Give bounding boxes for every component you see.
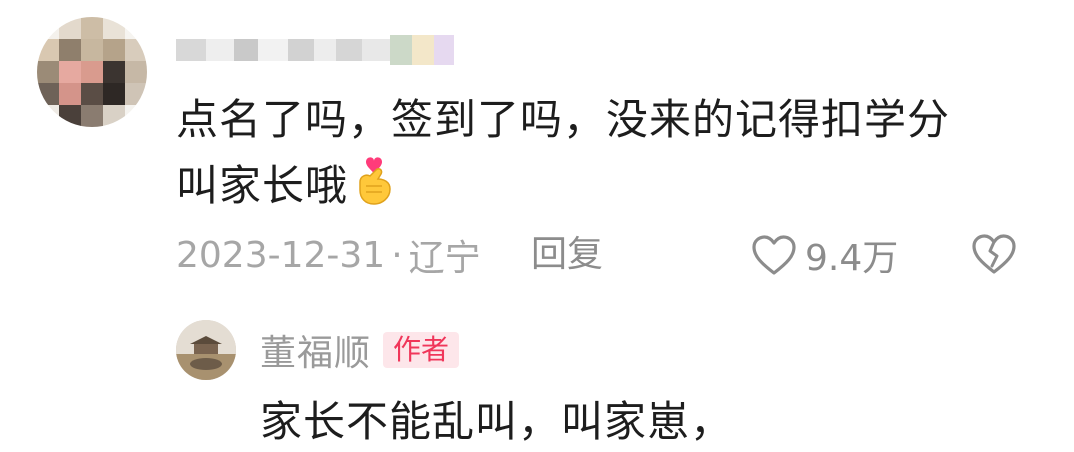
- comment-line-2: 叫家长哦: [176, 152, 1036, 224]
- comment-location: 辽宁: [408, 238, 481, 279]
- like-count: 9.4万: [805, 238, 899, 279]
- broken-heart-icon[interactable]: [971, 233, 1017, 284]
- comment-meta-row: 2023-12-31 · 辽宁 回复 9.4万: [176, 230, 1036, 280]
- reply-body: 家长不能乱叫，叫家崽，: [260, 397, 734, 446]
- comment-date: 2023-12-31: [176, 234, 386, 276]
- like-button[interactable]: 9.4万: [751, 230, 898, 280]
- reply-author-name[interactable]: 董福顺: [260, 324, 371, 376]
- reply-author-row: 董福顺 作者: [260, 324, 460, 376]
- commenter-avatar[interactable]: [37, 17, 147, 127]
- reply-author-avatar[interactable]: [176, 320, 236, 380]
- author-badge: 作者: [383, 332, 460, 368]
- meta-separator: ·: [391, 234, 403, 276]
- reply-button[interactable]: 回复: [531, 230, 603, 280]
- comment-line-1: 点名了吗，签到了吗，没来的记得扣学分: [176, 95, 951, 144]
- commenter-name-obscured[interactable]: [176, 30, 454, 70]
- comment-line-2-text: 叫家长哦: [176, 161, 349, 210]
- heart-outline-icon: [752, 235, 796, 275]
- finger-heart-emoji-icon: [352, 152, 398, 224]
- comment-body: 点名了吗，签到了吗，没来的记得扣学分 叫家长哦: [176, 88, 1036, 224]
